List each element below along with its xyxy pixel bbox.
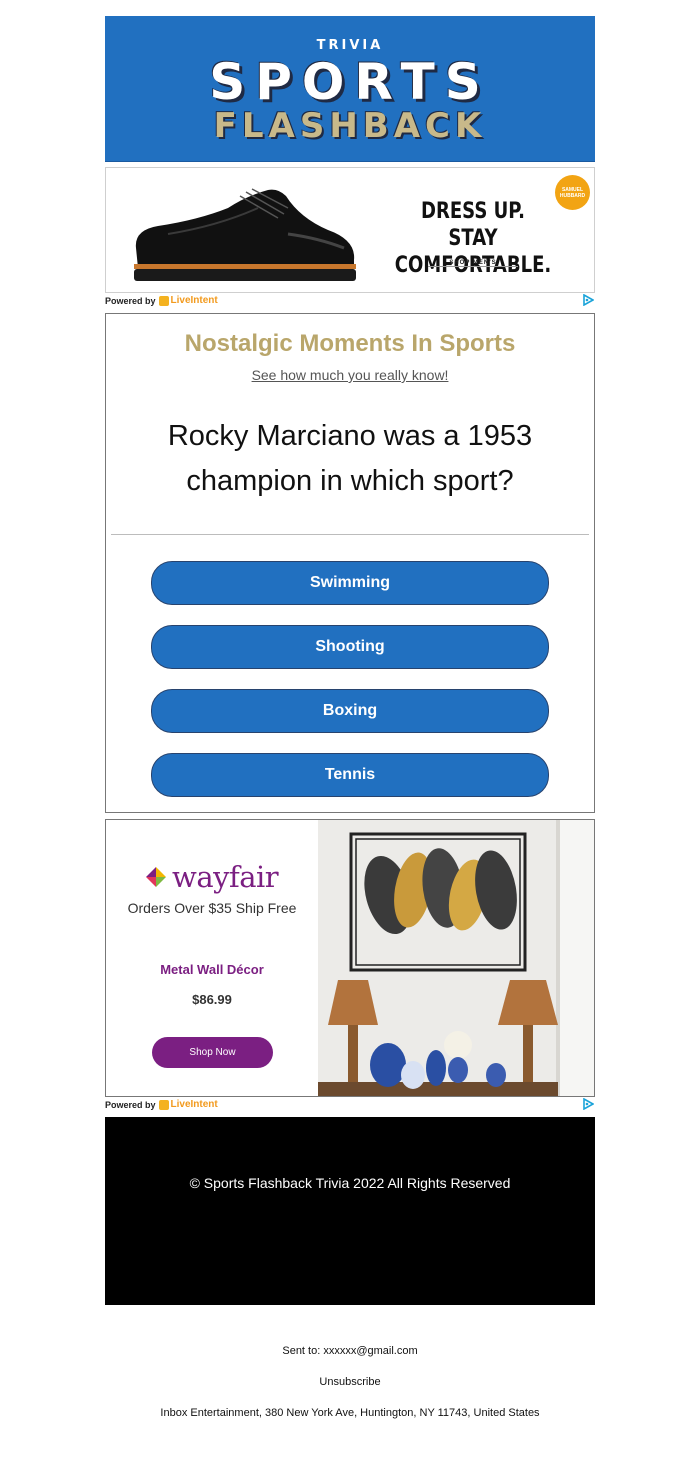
liveintent-logo: LiveIntent: [158, 295, 218, 306]
brand-badge: SAMUEL HUBBARD: [555, 175, 590, 210]
powered-by-label: Powered by: [105, 295, 156, 306]
adchoices-icon[interactable]: [582, 1098, 594, 1110]
wayfair-tagline: Orders Over $35 Ship Free: [127, 900, 297, 916]
ad-headline-line1: DRESS UP.: [420, 199, 526, 224]
wayfair-price: $86.99: [192, 992, 232, 1007]
sent-to-text: Sent to: xxxxxx@gmail.com: [282, 1345, 418, 1357]
shop-mens-link[interactable]: SHOP MEN'S: [428, 260, 518, 267]
liveintent-icon: [158, 1099, 169, 1110]
wall-decor-image: [318, 820, 594, 1096]
logo-flashback-text: FLASHBACK: [213, 106, 487, 146]
unsubscribe-link[interactable]: Unsubscribe: [0, 1376, 700, 1388]
brand-badge-line2: HUBBARD: [559, 192, 586, 199]
answer-button-tennis[interactable]: Tennis: [151, 753, 549, 797]
shoe-ad-banner[interactable]: DRESS UP. STAY COMFORTABLE. SHOP MEN'S S…: [105, 167, 595, 293]
wayfair-wordmark: wayfair: [172, 860, 279, 894]
logo-sports-text: SPORTS: [209, 53, 491, 111]
logo-trivia-text: TRIVIA: [316, 38, 384, 53]
liveintent-logo: LiveIntent: [158, 1099, 218, 1110]
liveintent-icon: [158, 295, 169, 306]
powered-by-liveintent[interactable]: Powered by LiveIntent: [105, 295, 218, 306]
divider: [111, 534, 589, 535]
mailing-address: Inbox Entertainment, 380 New York Ave, H…: [160, 1407, 540, 1419]
trivia-card: Nostalgic Moments In Sports See how much…: [105, 313, 595, 813]
dress-shoe-image: [134, 188, 356, 281]
wayfair-ad-banner[interactable]: wayfair Orders Over $35 Ship Free Metal …: [105, 819, 595, 1097]
powered-by-label: Powered by: [105, 1099, 156, 1110]
wayfair-pinwheel-icon: [146, 867, 166, 887]
shop-now-button[interactable]: Shop Now: [152, 1037, 273, 1068]
adchoices-icon[interactable]: [582, 294, 594, 306]
wayfair-logo: wayfair: [146, 860, 279, 894]
trivia-subtitle-link[interactable]: See how much you really know!: [106, 367, 594, 383]
header-banner[interactable]: TRIVIA SPORTS FLASHBACK: [105, 16, 595, 162]
wayfair-product-name: Metal Wall Décor: [160, 962, 264, 977]
ad-headline-line2: STAY COMFORTABLE.: [394, 226, 552, 278]
answer-button-shooting[interactable]: Shooting: [151, 625, 549, 669]
trivia-question: Rocky Marciano was a 1953 champion in wh…: [167, 420, 533, 497]
answer-button-swimming[interactable]: Swimming: [151, 561, 549, 605]
powered-by-liveintent-2[interactable]: Powered by LiveIntent: [105, 1099, 218, 1110]
trivia-title: Nostalgic Moments In Sports: [184, 330, 516, 357]
liveintent-label: LiveIntent: [170, 1099, 218, 1110]
answer-button-boxing[interactable]: Boxing: [151, 689, 549, 733]
liveintent-label: LiveIntent: [170, 295, 218, 306]
copyright-text: © Sports Flashback Trivia 2022 All Right…: [189, 1175, 511, 1191]
footer-block: © Sports Flashback Trivia 2022 All Right…: [105, 1117, 595, 1305]
